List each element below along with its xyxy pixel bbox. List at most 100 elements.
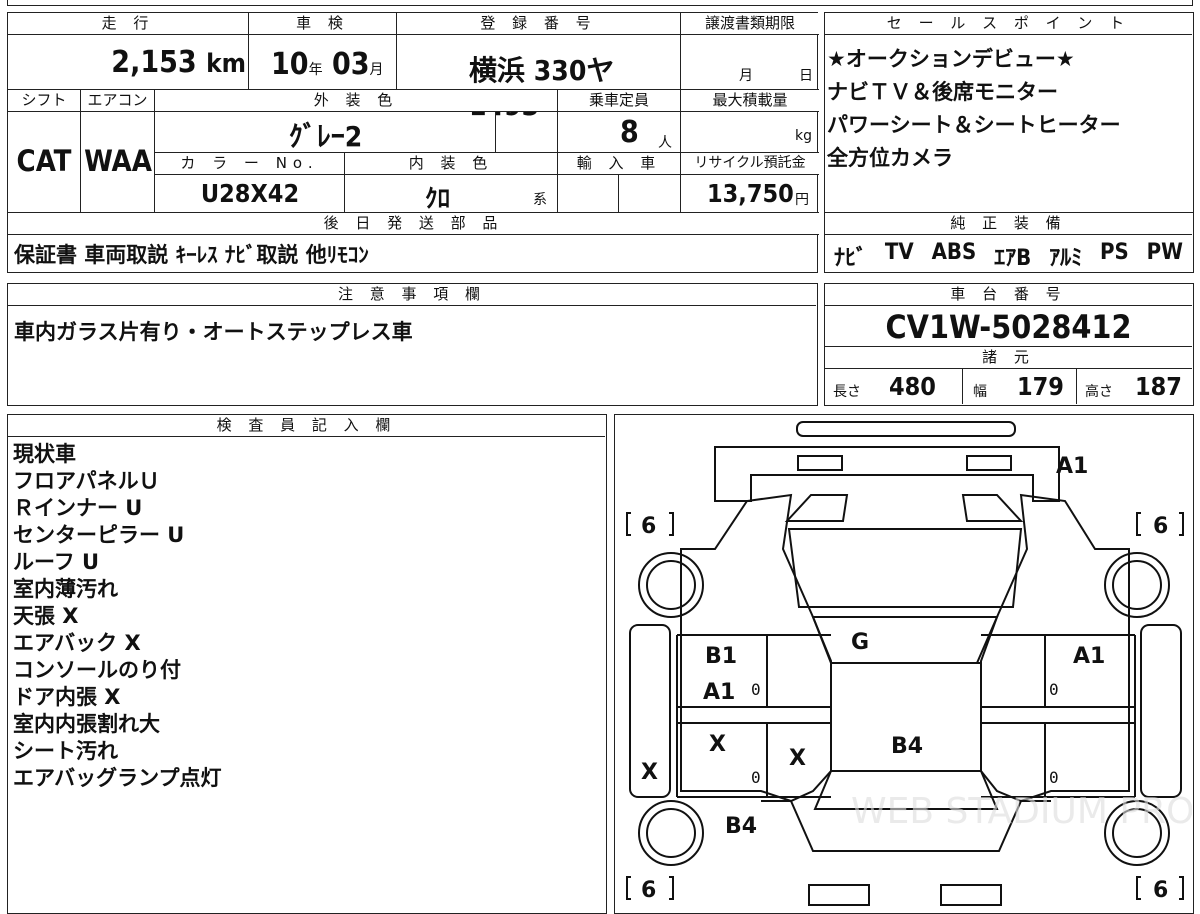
recycle-header: リサイクル預託金 — [680, 153, 819, 175]
mark-zero: 0 — [1049, 768, 1059, 787]
car-diagram-panel: A1 6 6 6 6 G B1 A1 A1 X X X B4 B4 0 0 0 … — [614, 414, 1194, 914]
mark-center: B4 — [891, 734, 923, 759]
sales-point-line: ナビＴＶ＆後席モニター — [827, 80, 1058, 104]
transfer-day-unit: 日 — [799, 68, 813, 84]
interior-suffix: 系 — [533, 192, 547, 208]
interior-cell: ｸﾛ 系 — [344, 175, 557, 213]
mark-tl: 6 — [641, 514, 656, 539]
exterior-cell: ｸﾞﾚｰ2 — [154, 112, 495, 153]
inspector-line: ドア内張 X — [13, 685, 121, 709]
inspector-header: 検 査 員 記 入 欄 — [8, 415, 605, 437]
sales-points-list: ★オークションデビュー★ ナビＴＶ＆後席モニター パワーシート＆シートヒーター … — [827, 43, 1121, 175]
equipment-item: ｴｱB — [994, 246, 1032, 271]
inspection-cell: 10年 03月 — [248, 35, 396, 89]
notes-value: 車内ガラス片有り・オートステップレス車 — [14, 320, 413, 344]
inspector-line: センターピラー U — [13, 523, 185, 547]
transfer-header: 譲渡書類期限 — [680, 13, 819, 35]
mark-left-side: X — [641, 760, 658, 785]
capacity-cell: 8 人 — [557, 112, 680, 152]
equipment-list: ﾅﾋﾞ TV ABS ｴｱB ｱﾙﾐ PS PW — [825, 240, 1192, 272]
equipment-item: ﾅﾋﾞ — [833, 246, 867, 271]
top-strip — [7, 0, 1193, 6]
sales-points-panel: セ ー ル ス ポ イ ン ト ★オークションデビュー★ ナビＴＶ＆後席モニター… — [824, 12, 1194, 213]
inspector-line: コンソールのり付 — [13, 658, 181, 682]
vehicle-info-table: 走 行 車 検 登 録 番 号 譲渡書類期限 2,153 km 10年 03 月 … — [7, 12, 819, 273]
aircon-cell: WAA — [80, 112, 154, 212]
inspector-line: エアバック X — [13, 631, 141, 655]
mark-bl: 6 — [641, 878, 656, 903]
recycle-value: 13,750 — [707, 179, 794, 208]
registration-header: 登 録 番 号 — [396, 13, 680, 35]
inspection-year: 10 — [271, 47, 309, 82]
mark-tr: 6 — [1153, 514, 1168, 539]
inspector-line: 天張 X — [13, 604, 79, 628]
inspection-month-unit: 月 — [369, 62, 384, 78]
transfer-cell: 月 日 — [680, 35, 819, 89]
shift-header: シフト — [8, 90, 80, 112]
mileage-cell: 2,153 km — [8, 35, 248, 89]
sales-point-line: ★オークションデビュー★ — [827, 47, 1075, 71]
import-cell-2 — [618, 175, 680, 212]
spec-length-label: 長さ — [833, 384, 861, 400]
equipment-panel: 純 正 装 備 ﾅﾋﾞ TV ABS ｴｱB ｱﾙﾐ PS PW — [824, 212, 1194, 273]
inspector-list: 現状車 フロアパネルＵ Ｒインナー U センターピラー U ルーフ U 室内薄汚… — [13, 441, 222, 792]
import-cell-1 — [557, 175, 618, 212]
exterior-value: ｸﾞﾚｰ2 — [288, 120, 363, 153]
mileage-header: 走 行 — [8, 13, 248, 35]
exterior-header: 外 装 色 — [154, 90, 557, 112]
recycle-cell: 13,750 円 — [680, 175, 819, 212]
mark-zero: 0 — [751, 768, 761, 787]
mark-front: A1 — [1056, 454, 1088, 479]
colorno-value: U28X42 — [200, 179, 300, 208]
later-parts-header: 後 日 発 送 部 品 — [8, 213, 819, 235]
equipment-item: ｱﾙﾐ — [1049, 246, 1083, 271]
chassis-value: CV1W-5028412 — [885, 308, 1132, 346]
mark-zero: 0 — [1049, 680, 1059, 699]
notes-panel: 注 意 事 項 欄 車内ガラス片有り・オートステップレス車 — [7, 283, 818, 406]
inspector-line: シート汚れ — [13, 739, 118, 763]
mileage-unit: km — [206, 49, 246, 79]
sales-point-line: 全方位カメラ — [827, 146, 953, 170]
inspector-line: フロアパネルＵ — [13, 469, 160, 493]
registration-cell: 横浜 330ヤ1493 — [396, 35, 680, 122]
mark-lf-door: B1 — [705, 644, 737, 669]
maxload-header: 最大積載量 — [680, 90, 819, 112]
mark-rf-door: A1 — [1073, 644, 1105, 669]
aircon-header: エアコン — [80, 90, 154, 112]
mark-lr-pillar: X — [789, 746, 806, 771]
inspection-month: 03 — [331, 47, 370, 82]
exterior-blank — [495, 112, 557, 152]
specs-header: 諸 元 — [825, 347, 1192, 369]
notes-header: 注 意 事 項 欄 — [8, 284, 816, 306]
mark-lr-door: X — [709, 732, 726, 757]
sales-points-header: セ ー ル ス ポ イ ン ト — [825, 13, 1192, 35]
inspector-line: ルーフ U — [13, 550, 100, 574]
spec-width: 幅 179 — [962, 369, 1076, 404]
spec-height-value: 187 — [1135, 372, 1182, 401]
mark-lf-door2: A1 — [703, 680, 735, 705]
mark-roof: G — [851, 630, 869, 655]
equipment-header: 純 正 装 備 — [825, 213, 1192, 235]
later-parts-value: 保証書 車両取説 ｷｰﾚｽ ﾅﾋﾞ取説 他ﾘﾓｺﾝ — [14, 243, 369, 267]
interior-header: 内 装 色 — [344, 153, 557, 175]
maxload-unit: kg — [795, 128, 812, 144]
chassis-panel: 車 台 番 号 CV1W-5028412 諸 元 長さ 480 幅 179 高さ… — [824, 283, 1194, 406]
inspector-line: Ｒインナー U — [13, 496, 143, 520]
sales-point-line: パワーシート＆シートヒーター — [827, 113, 1121, 137]
shift-value: CAT — [16, 144, 72, 178]
car-diagram: A1 6 6 6 6 G B1 A1 A1 X X X B4 B4 0 0 0 … — [626, 421, 1192, 906]
inspector-line: 室内内張割れ大 — [13, 712, 160, 736]
transfer-month-unit: 月 — [739, 68, 753, 84]
shift-cell: CAT — [8, 112, 80, 212]
spec-length: 長さ 480 — [825, 369, 962, 404]
spec-length-value: 480 — [889, 372, 936, 401]
spec-width-value: 179 — [1017, 372, 1064, 401]
inspection-year-unit: 年 — [308, 62, 323, 78]
equipment-item: PW — [1146, 240, 1183, 265]
capacity-value: 8 — [620, 115, 639, 150]
equipment-item: ABS — [931, 240, 977, 265]
mark-rear-left: B4 — [725, 814, 757, 839]
import-header: 輸 入 車 — [557, 153, 680, 175]
mileage-value: 2,153 — [111, 45, 197, 80]
inspector-panel: 検 査 員 記 入 欄 現状車 フロアパネルＵ Ｒインナー U センターピラー … — [7, 414, 607, 914]
